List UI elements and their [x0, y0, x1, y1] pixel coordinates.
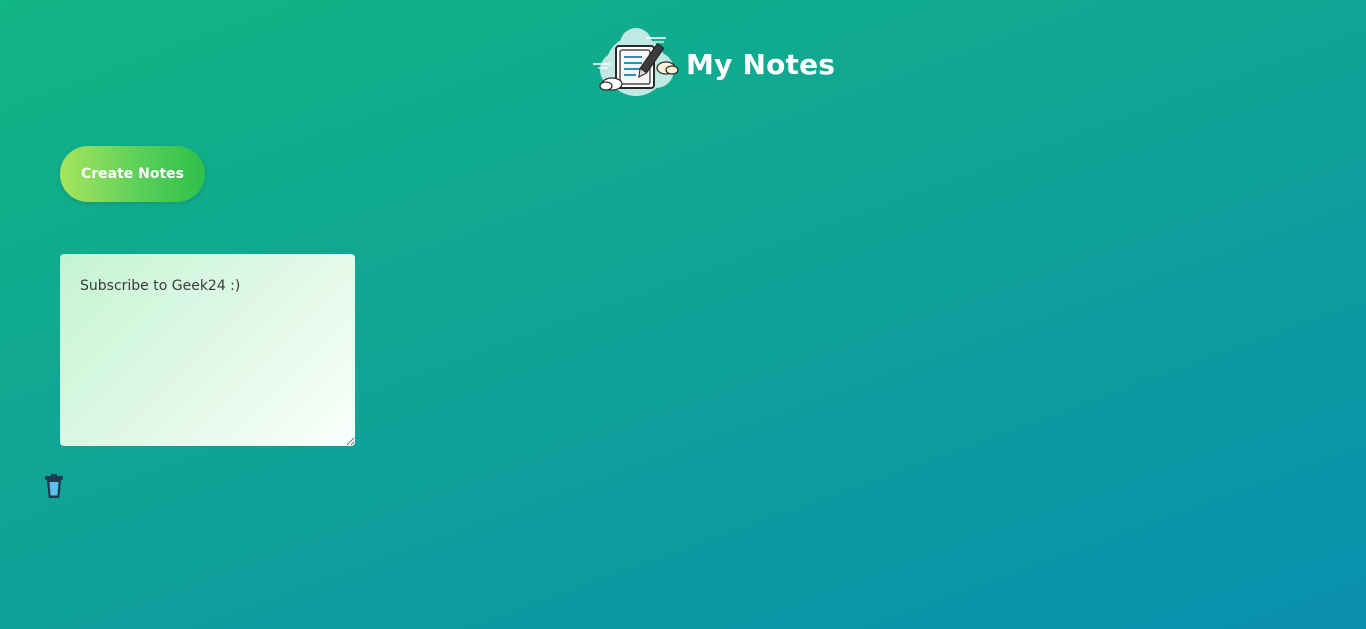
note-textarea[interactable]: Subscribe to Geek24 :) [60, 254, 355, 446]
notes-cloud-logo-icon [593, 28, 679, 96]
delete-note-button[interactable] [40, 472, 68, 500]
trash-icon [45, 474, 63, 498]
page-title: My Notes [686, 47, 836, 81]
create-notes-button[interactable]: Create Notes [60, 146, 205, 202]
app-header: My Notes [590, 26, 835, 102]
